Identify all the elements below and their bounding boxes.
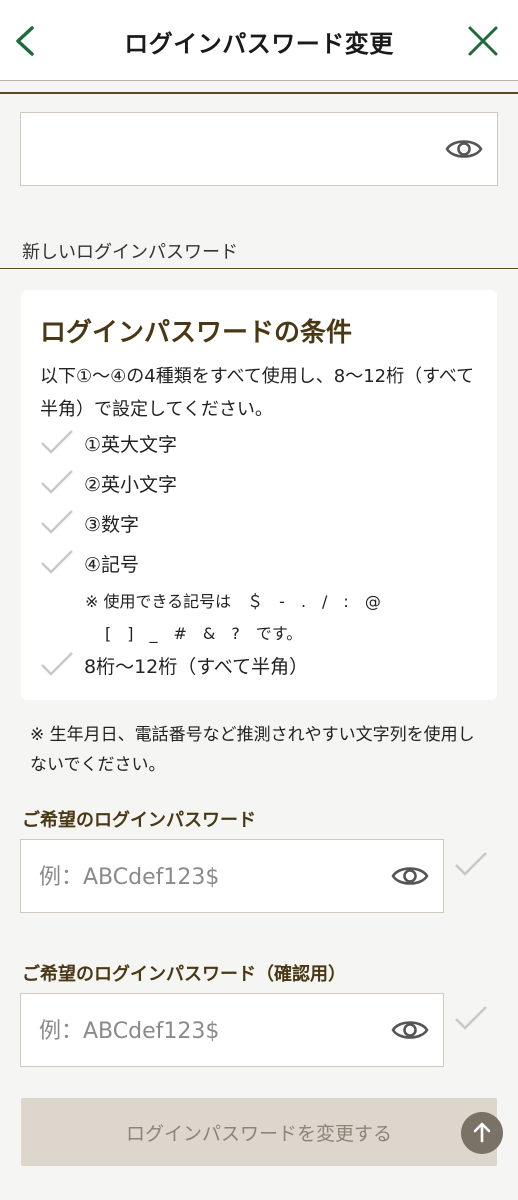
confirm-password-label: ご希望のログインパスワード（確認用） — [22, 964, 346, 985]
conditions-title: ログインパスワードの条件 — [40, 318, 353, 348]
confirm-password-field[interactable] — [20, 993, 444, 1068]
condition-label: ①英大文字 — [84, 434, 178, 456]
condition-label: 8桁〜12桁（すべて半角） — [84, 656, 309, 678]
header-bar: ログインパスワード変更 — [0, 0, 518, 81]
eye-icon[interactable] — [391, 863, 429, 889]
condition-label: ④記号 — [84, 554, 140, 576]
section-divider — [0, 268, 518, 269]
symbols-note-line2: [ ] _ # & ? です。 — [105, 624, 303, 643]
confirm-password-input[interactable] — [37, 994, 381, 1068]
check-icon — [41, 510, 73, 534]
new-password-section-label: 新しいログインパスワード — [22, 242, 238, 263]
change-password-button[interactable]: ログインパスワードを変更する — [21, 1098, 497, 1166]
desired-password-label: ご希望のログインパスワード — [22, 810, 256, 831]
condition-item: ④記号 — [40, 548, 480, 584]
check-icon — [41, 470, 73, 494]
desired-password-field[interactable] — [20, 839, 444, 914]
condition-label: ③数字 — [84, 514, 140, 536]
header-divider — [0, 92, 518, 94]
weak-password-warning: ※ 生年月日、電話番号など推測されやすい文字列を使用しないでください。 — [30, 725, 475, 775]
close-icon[interactable] — [466, 24, 500, 58]
page-title: ログインパスワード変更 — [124, 30, 394, 58]
check-icon — [41, 550, 73, 574]
desired-password-input[interactable] — [37, 840, 381, 914]
check-icon — [41, 430, 73, 454]
conditions-description: 以下①〜④の4種類をすべて使用し、8〜12桁（すべて半角）で設定してください。 — [40, 366, 475, 420]
password-conditions-card: ログインパスワードの条件 以下①〜④の4種類をすべて使用し、8〜12桁（すべて半… — [21, 290, 497, 700]
eye-icon[interactable] — [445, 136, 483, 162]
current-password-field[interactable] — [20, 112, 498, 187]
arrow-up-icon[interactable] — [461, 1112, 503, 1154]
condition-item: 8桁〜12桁（すべて半角） — [40, 650, 480, 686]
eye-icon[interactable] — [391, 1017, 429, 1043]
check-icon — [41, 652, 73, 676]
condition-item: ②英小文字 — [40, 468, 480, 504]
current-password-input[interactable] — [37, 113, 381, 187]
check-icon — [455, 852, 487, 876]
condition-label: ②英小文字 — [84, 474, 178, 496]
symbols-note-line1: ※ 使用できる記号は ＄ - . / : @ — [85, 592, 381, 611]
condition-item: ③数字 — [40, 508, 480, 544]
condition-item: ①英大文字 — [40, 428, 480, 464]
check-icon — [455, 1006, 487, 1030]
